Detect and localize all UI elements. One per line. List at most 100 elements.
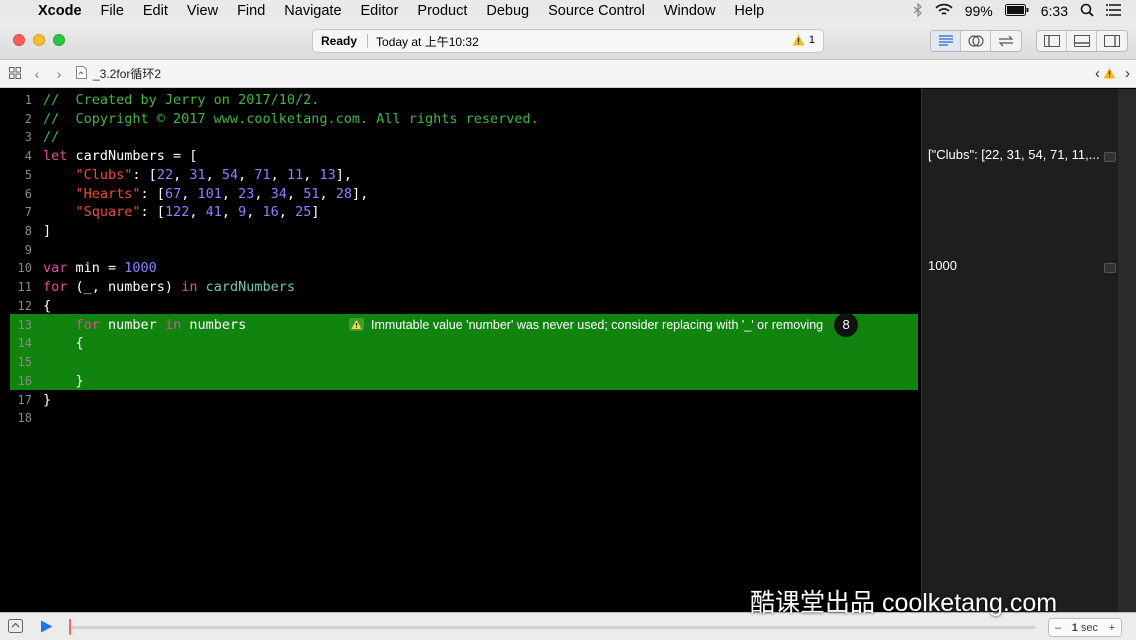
- code-token: ,: [254, 185, 271, 202]
- menu-edit[interactable]: Edit: [143, 3, 168, 19]
- timeline-playhead[interactable]: [69, 619, 71, 635]
- code-token: "Square": [75, 204, 141, 221]
- code-token: 122: [164, 204, 190, 221]
- next-issue-icon[interactable]: ›: [1125, 65, 1130, 82]
- version-editor-button[interactable]: [991, 31, 1021, 51]
- code-token: numbers: [181, 316, 247, 333]
- related-items-icon[interactable]: [4, 66, 26, 82]
- line-number: 14: [17, 336, 32, 351]
- code-token: //: [43, 129, 60, 146]
- menu-window[interactable]: Window: [664, 3, 716, 19]
- menu-file[interactable]: File: [101, 3, 124, 19]
- code-line[interactable]: 15: [0, 353, 921, 372]
- code-token: number: [99, 316, 165, 333]
- playground-file-icon: [76, 65, 87, 82]
- quick-look-icon[interactable]: [1104, 263, 1116, 273]
- code-line[interactable]: 7 "Square": [122, 41, 9, 16, 25]: [0, 203, 921, 222]
- code-token: 1000: [124, 260, 157, 277]
- quick-look-icon[interactable]: [1104, 152, 1116, 162]
- code-line[interactable]: 3 //: [0, 128, 921, 147]
- standard-editor-button[interactable]: [931, 31, 961, 51]
- spotlight-icon[interactable]: [1080, 3, 1094, 20]
- minimize-window-button[interactable]: [33, 34, 45, 46]
- code-line[interactable]: 10 var min = 1000: [0, 259, 921, 278]
- code-line[interactable]: 17}: [0, 391, 921, 410]
- toggle-utilities-button[interactable]: [1097, 31, 1127, 51]
- warning-indicator[interactable]: 1: [792, 34, 815, 46]
- wifi-icon[interactable]: [935, 3, 953, 19]
- code-token: 23: [238, 185, 255, 202]
- code-token: "Hearts": [75, 185, 141, 202]
- code-line[interactable]: 8]: [0, 222, 921, 241]
- result-value-line-10[interactable]: 1000: [928, 258, 1113, 273]
- code-token: 16: [262, 204, 279, 221]
- code-token: 71: [254, 166, 271, 183]
- code-token: 41: [205, 204, 222, 221]
- back-button-icon[interactable]: ‹: [26, 66, 48, 82]
- window-toolbar: Ready Today at 上午10:32 1: [0, 22, 1136, 60]
- results-scrollbar[interactable]: [1118, 89, 1136, 612]
- code-token: cardNumbers = [: [67, 148, 198, 165]
- code-token: 67: [164, 185, 182, 202]
- issue-count-badge[interactable]: 8: [834, 312, 859, 337]
- menu-source-control[interactable]: Source Control: [548, 3, 645, 19]
- duration-decrement-button[interactable]: –: [1055, 622, 1061, 634]
- duration-increment-button[interactable]: +: [1109, 622, 1115, 634]
- code-editor[interactable]: 1 // Created by Jerry on 2017/10/2. 2 // Co…: [0, 89, 921, 612]
- execution-timeline[interactable]: [70, 626, 1035, 629]
- run-playground-icon[interactable]: [40, 620, 53, 638]
- toggle-navigator-button[interactable]: [1037, 31, 1067, 51]
- code-line[interactable]: 1 // Created by Jerry on 2017/10/2.: [0, 91, 921, 110]
- code-line[interactable]: 16 }: [0, 372, 921, 391]
- code-line[interactable]: 2 // Copyright © 2017 www.coolketang.com.…: [0, 110, 921, 129]
- code-line[interactable]: 5 "Clubs": [22, 31, 54, 71, 11, 13],: [0, 166, 921, 185]
- menu-editor[interactable]: Editor: [361, 3, 399, 19]
- notification-center-icon[interactable]: [1106, 3, 1122, 19]
- code-token: {: [43, 297, 52, 314]
- hide-debug-area-icon[interactable]: [8, 619, 23, 638]
- inline-issue[interactable]: Immutable value 'number' was never used;…: [349, 312, 859, 337]
- line-number: 1: [24, 93, 32, 107]
- code-line[interactable]: 9: [0, 241, 921, 260]
- code-text: for number in numbers: [43, 316, 247, 335]
- menu-xcode[interactable]: Xcode: [38, 3, 82, 19]
- result-value-line-4[interactable]: ["Clubs": [22, 31, 54, 71, 11,...: [928, 147, 1113, 162]
- toggle-debug-area-button[interactable]: [1067, 31, 1097, 51]
- bluetooth-icon[interactable]: [913, 2, 923, 20]
- code-line[interactable]: 12 {: [0, 297, 921, 316]
- code-line[interactable]: 14 {: [0, 334, 921, 353]
- menu-find[interactable]: Find: [237, 3, 265, 19]
- assistant-editor-button[interactable]: [961, 31, 991, 51]
- code-text: }: [43, 391, 51, 410]
- code-line[interactable]: 6 "Hearts": [67, 101, 23, 34, 51, 28],: [0, 185, 921, 204]
- menu-debug[interactable]: Debug: [486, 3, 529, 19]
- issue-warning-icon[interactable]: [1103, 67, 1116, 82]
- standard-editor-icon: [938, 35, 953, 46]
- zoom-window-button[interactable]: [53, 34, 65, 46]
- code-token: 54: [221, 166, 239, 183]
- editor-mode-group: [930, 30, 1022, 52]
- breadcrumb-file[interactable]: _3.2for循环2: [93, 65, 161, 82]
- menu-navigate[interactable]: Navigate: [284, 3, 341, 19]
- code-line[interactable]: 11 for (_, numbers) in cardNumbers: [0, 278, 921, 297]
- code-line[interactable]: 18: [0, 409, 921, 428]
- code-token: ,: [278, 204, 296, 221]
- code-line[interactable]: 4 let cardNumbers = [: [0, 147, 921, 166]
- menu-view[interactable]: View: [187, 3, 218, 19]
- clock[interactable]: 6:33: [1041, 3, 1068, 19]
- previous-issue-icon[interactable]: ‹: [1095, 65, 1100, 82]
- battery-icon[interactable]: [1004, 3, 1029, 19]
- menu-product[interactable]: Product: [417, 3, 467, 19]
- battery-percent: 99%: [964, 3, 993, 19]
- forward-button-icon[interactable]: ›: [48, 66, 70, 82]
- debug-panel-icon: [1073, 35, 1090, 47]
- duration-stepper[interactable]: – 1 sec +: [1048, 618, 1122, 637]
- code-text: // Created by Jerry on 2017/10/2.: [43, 91, 319, 110]
- menu-help[interactable]: Help: [734, 3, 764, 19]
- close-window-button[interactable]: [13, 34, 25, 46]
- build-timestamp: Today at 上午10:32: [376, 34, 479, 49]
- code-token: 101: [197, 185, 222, 202]
- issue-message: Immutable value 'number' was never used;…: [371, 317, 824, 332]
